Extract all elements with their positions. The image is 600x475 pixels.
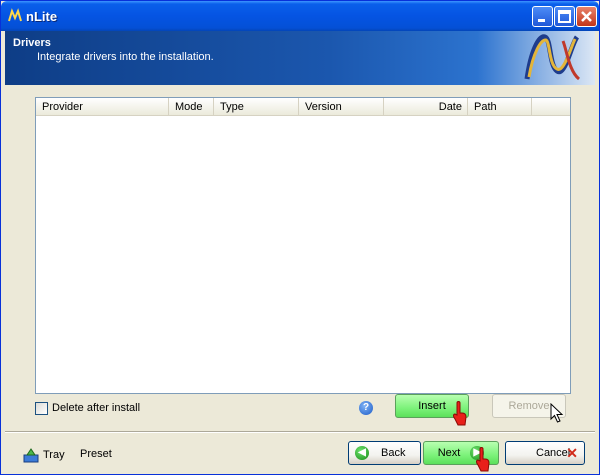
nlite-banner-logo-icon (524, 34, 581, 81)
cancel-x-icon: ✕ (566, 445, 578, 461)
column-mode[interactable]: Mode (169, 98, 214, 116)
column-type[interactable]: Type (214, 98, 299, 116)
back-button[interactable]: ◀ Back (348, 441, 421, 465)
preset-link[interactable]: Preset (80, 448, 112, 460)
page-subtitle: Integrate drivers into the installation. (37, 51, 214, 63)
close-icon (581, 11, 592, 22)
title-bar[interactable]: nLite (1, 1, 599, 31)
column-version[interactable]: Version (299, 98, 384, 116)
tray-toggle[interactable]: Tray (23, 447, 65, 463)
column-path[interactable]: Path (468, 98, 532, 116)
window-title: nLite (26, 9, 58, 24)
hand-pointer-icon (476, 447, 490, 472)
cancel-button[interactable]: Cancel ✕ (505, 441, 585, 465)
maximize-icon (558, 10, 571, 23)
hand-pointer-icon (453, 401, 467, 426)
column-provider[interactable]: Provider (36, 98, 169, 116)
close-button[interactable] (576, 6, 597, 27)
minimize-icon (538, 19, 545, 22)
help-icon[interactable]: ? (359, 401, 373, 415)
list-header: Provider Mode Type Version Date Path (36, 98, 570, 116)
header-banner: Drivers Integrate drivers into the insta… (5, 31, 595, 85)
nlite-window: nLite Drivers Integrate drivers into the… (0, 0, 600, 475)
maximize-button[interactable] (554, 6, 575, 27)
arrow-cursor-icon (550, 403, 564, 423)
minimize-button[interactable] (532, 6, 553, 27)
delete-after-install-option[interactable]: Delete after install (35, 401, 140, 415)
content-area: Provider Mode Type Version Date Path Del… (5, 85, 595, 472)
tray-icon (23, 448, 39, 463)
delete-after-install-label: Delete after install (52, 402, 141, 414)
delete-after-install-checkbox[interactable] (35, 401, 48, 415)
column-date[interactable]: Date (384, 98, 468, 116)
page-title: Drivers (13, 37, 51, 49)
next-label: Next (437, 447, 461, 459)
drivers-list[interactable]: Provider Mode Type Version Date Path (35, 97, 571, 394)
tray-label: Tray (43, 449, 65, 461)
back-arrow-icon: ◀ (355, 446, 369, 460)
cancel-label: Cancel (536, 447, 571, 459)
nlite-logo-icon (8, 8, 22, 22)
footer-divider (5, 431, 595, 433)
back-label: Back (381, 447, 406, 459)
